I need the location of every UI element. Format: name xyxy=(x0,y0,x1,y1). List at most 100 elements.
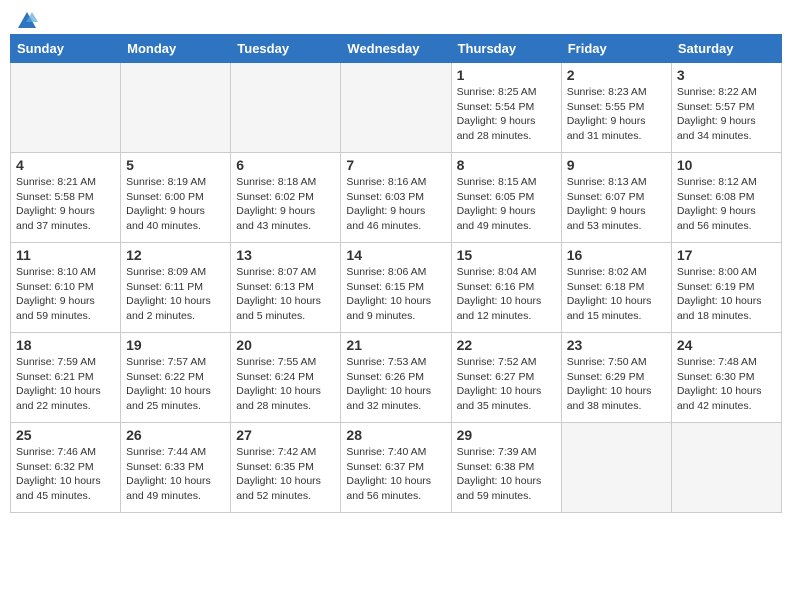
calendar-week-1: 1 Sunrise: 8:25 AM Sunset: 5:54 PM Daylig… xyxy=(11,63,782,153)
day-number: 20 xyxy=(236,337,335,353)
day-info: Sunrise: 8:19 AM Sunset: 6:00 PM Dayligh… xyxy=(126,175,225,234)
day-info: Sunrise: 8:21 AM Sunset: 5:58 PM Dayligh… xyxy=(16,175,115,234)
day-info: Sunrise: 7:52 AM Sunset: 6:27 PM Dayligh… xyxy=(457,355,556,414)
day-number: 24 xyxy=(677,337,776,353)
day-info: Sunrise: 8:12 AM Sunset: 6:08 PM Dayligh… xyxy=(677,175,776,234)
day-info: Sunrise: 8:04 AM Sunset: 6:16 PM Dayligh… xyxy=(457,265,556,324)
day-info: Sunrise: 7:59 AM Sunset: 6:21 PM Dayligh… xyxy=(16,355,115,414)
calendar-cell: 12 Sunrise: 8:09 AM Sunset: 6:11 PM Dayli… xyxy=(121,243,231,333)
calendar-cell: 21 Sunrise: 7:53 AM Sunset: 6:26 PM Dayli… xyxy=(341,333,451,423)
day-info: Sunrise: 8:10 AM Sunset: 6:10 PM Dayligh… xyxy=(16,265,115,324)
day-number: 3 xyxy=(677,67,776,83)
day-number: 4 xyxy=(16,157,115,173)
calendar-cell: 23 Sunrise: 7:50 AM Sunset: 6:29 PM Dayli… xyxy=(561,333,671,423)
calendar-cell: 28 Sunrise: 7:40 AM Sunset: 6:37 PM Dayli… xyxy=(341,423,451,513)
day-number: 26 xyxy=(126,427,225,443)
calendar-week-4: 18 Sunrise: 7:59 AM Sunset: 6:21 PM Dayli… xyxy=(11,333,782,423)
day-number: 23 xyxy=(567,337,666,353)
day-info: Sunrise: 7:42 AM Sunset: 6:35 PM Dayligh… xyxy=(236,445,335,504)
logo xyxy=(14,10,38,28)
day-number: 21 xyxy=(346,337,445,353)
day-info: Sunrise: 8:09 AM Sunset: 6:11 PM Dayligh… xyxy=(126,265,225,324)
day-header-wednesday: Wednesday xyxy=(341,35,451,63)
calendar-cell: 10 Sunrise: 8:12 AM Sunset: 6:08 PM Dayli… xyxy=(671,153,781,243)
calendar-cell: 13 Sunrise: 8:07 AM Sunset: 6:13 PM Dayli… xyxy=(231,243,341,333)
day-number: 1 xyxy=(457,67,556,83)
day-info: Sunrise: 7:48 AM Sunset: 6:30 PM Dayligh… xyxy=(677,355,776,414)
day-header-monday: Monday xyxy=(121,35,231,63)
page-header xyxy=(10,10,782,28)
calendar-cell: 8Sunrise: 8:15 AM Sunset: 6:05 PM Daylig… xyxy=(451,153,561,243)
calendar-cell: 5 Sunrise: 8:19 AM Sunset: 6:00 PM Daylig… xyxy=(121,153,231,243)
calendar-cell: 19 Sunrise: 7:57 AM Sunset: 6:22 PM Dayli… xyxy=(121,333,231,423)
calendar-cell xyxy=(121,63,231,153)
calendar-cell: 11 Sunrise: 8:10 AM Sunset: 6:10 PM Dayli… xyxy=(11,243,121,333)
calendar-cell: 1 Sunrise: 8:25 AM Sunset: 5:54 PM Daylig… xyxy=(451,63,561,153)
day-info: Sunrise: 8:02 AM Sunset: 6:18 PM Dayligh… xyxy=(567,265,666,324)
day-number: 25 xyxy=(16,427,115,443)
calendar-cell: 9Sunrise: 8:13 AM Sunset: 6:07 PM Daylig… xyxy=(561,153,671,243)
day-number: 19 xyxy=(126,337,225,353)
day-header-saturday: Saturday xyxy=(671,35,781,63)
day-header-tuesday: Tuesday xyxy=(231,35,341,63)
day-number: 11 xyxy=(16,247,115,263)
calendar-cell: 20 Sunrise: 7:55 AM Sunset: 6:24 PM Dayli… xyxy=(231,333,341,423)
day-info: Sunrise: 8:00 AM Sunset: 6:19 PM Dayligh… xyxy=(677,265,776,324)
day-number: 6 xyxy=(236,157,335,173)
day-header-thursday: Thursday xyxy=(451,35,561,63)
day-number: 16 xyxy=(567,247,666,263)
day-info: Sunrise: 8:25 AM Sunset: 5:54 PM Dayligh… xyxy=(457,85,556,144)
calendar-cell: 17Sunrise: 8:00 AM Sunset: 6:19 PM Dayli… xyxy=(671,243,781,333)
day-info: Sunrise: 8:18 AM Sunset: 6:02 PM Dayligh… xyxy=(236,175,335,234)
calendar-cell: 29Sunrise: 7:39 AM Sunset: 6:38 PM Dayli… xyxy=(451,423,561,513)
day-header-sunday: Sunday xyxy=(11,35,121,63)
day-number: 7 xyxy=(346,157,445,173)
day-number: 15 xyxy=(457,247,556,263)
day-info: Sunrise: 7:46 AM Sunset: 6:32 PM Dayligh… xyxy=(16,445,115,504)
calendar-cell xyxy=(11,63,121,153)
calendar-cell xyxy=(231,63,341,153)
day-info: Sunrise: 7:57 AM Sunset: 6:22 PM Dayligh… xyxy=(126,355,225,414)
day-number: 18 xyxy=(16,337,115,353)
calendar-cell: 26 Sunrise: 7:44 AM Sunset: 6:33 PM Dayli… xyxy=(121,423,231,513)
calendar-cell xyxy=(561,423,671,513)
calendar-week-3: 11 Sunrise: 8:10 AM Sunset: 6:10 PM Dayli… xyxy=(11,243,782,333)
day-info: Sunrise: 7:55 AM Sunset: 6:24 PM Dayligh… xyxy=(236,355,335,414)
day-info: Sunrise: 7:40 AM Sunset: 6:37 PM Dayligh… xyxy=(346,445,445,504)
calendar-cell: 15 Sunrise: 8:04 AM Sunset: 6:16 PM Dayli… xyxy=(451,243,561,333)
day-number: 29 xyxy=(457,427,556,443)
day-info: Sunrise: 8:07 AM Sunset: 6:13 PM Dayligh… xyxy=(236,265,335,324)
calendar-cell: 7Sunrise: 8:16 AM Sunset: 6:03 PM Daylig… xyxy=(341,153,451,243)
calendar-cell: 3 Sunrise: 8:22 AM Sunset: 5:57 PM Daylig… xyxy=(671,63,781,153)
day-number: 2 xyxy=(567,67,666,83)
day-info: Sunrise: 8:13 AM Sunset: 6:07 PM Dayligh… xyxy=(567,175,666,234)
calendar-cell: 16 Sunrise: 8:02 AM Sunset: 6:18 PM Dayli… xyxy=(561,243,671,333)
calendar-cell: 14Sunrise: 8:06 AM Sunset: 6:15 PM Dayli… xyxy=(341,243,451,333)
calendar-cell: 2 Sunrise: 8:23 AM Sunset: 5:55 PM Daylig… xyxy=(561,63,671,153)
day-info: Sunrise: 8:06 AM Sunset: 6:15 PM Dayligh… xyxy=(346,265,445,324)
day-info: Sunrise: 8:23 AM Sunset: 5:55 PM Dayligh… xyxy=(567,85,666,144)
day-number: 13 xyxy=(236,247,335,263)
day-number: 12 xyxy=(126,247,225,263)
day-number: 27 xyxy=(236,427,335,443)
day-number: 5 xyxy=(126,157,225,173)
logo-icon xyxy=(16,10,38,32)
calendar-cell xyxy=(671,423,781,513)
calendar-cell: 18 Sunrise: 7:59 AM Sunset: 6:21 PM Dayli… xyxy=(11,333,121,423)
day-info: Sunrise: 7:50 AM Sunset: 6:29 PM Dayligh… xyxy=(567,355,666,414)
calendar-week-2: 4 Sunrise: 8:21 AM Sunset: 5:58 PM Daylig… xyxy=(11,153,782,243)
day-header-friday: Friday xyxy=(561,35,671,63)
day-info: Sunrise: 7:44 AM Sunset: 6:33 PM Dayligh… xyxy=(126,445,225,504)
calendar-header: SundayMondayTuesdayWednesdayThursdayFrid… xyxy=(11,35,782,63)
calendar-cell: 27 Sunrise: 7:42 AM Sunset: 6:35 PM Dayli… xyxy=(231,423,341,513)
day-info: Sunrise: 8:22 AM Sunset: 5:57 PM Dayligh… xyxy=(677,85,776,144)
day-number: 28 xyxy=(346,427,445,443)
day-info: Sunrise: 7:53 AM Sunset: 6:26 PM Dayligh… xyxy=(346,355,445,414)
calendar-table: SundayMondayTuesdayWednesdayThursdayFrid… xyxy=(10,34,782,513)
day-info: Sunrise: 8:15 AM Sunset: 6:05 PM Dayligh… xyxy=(457,175,556,234)
calendar-cell: 25 Sunrise: 7:46 AM Sunset: 6:32 PM Dayli… xyxy=(11,423,121,513)
day-number: 10 xyxy=(677,157,776,173)
calendar-cell: 6 Sunrise: 8:18 AM Sunset: 6:02 PM Daylig… xyxy=(231,153,341,243)
calendar-week-5: 25 Sunrise: 7:46 AM Sunset: 6:32 PM Dayli… xyxy=(11,423,782,513)
calendar-cell: 22Sunrise: 7:52 AM Sunset: 6:27 PM Dayli… xyxy=(451,333,561,423)
